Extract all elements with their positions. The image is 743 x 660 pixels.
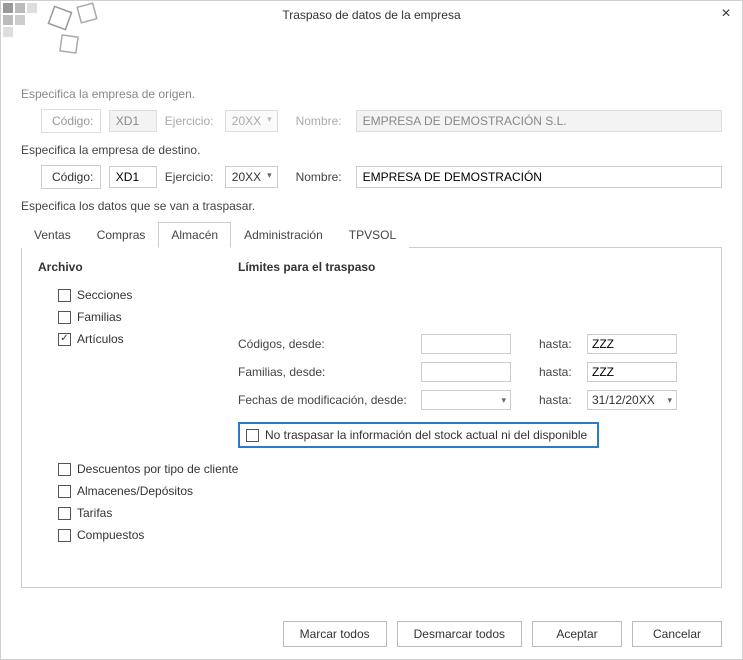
origin-row: Código: Ejercicio: 20XX Nombre: <box>41 109 722 133</box>
checkbox-label: Almacenes/Depósitos <box>77 484 193 498</box>
origin-ejercicio-label: Ejercicio: <box>165 114 217 128</box>
dest-ejercicio-label: Ejercicio: <box>165 170 217 184</box>
dest-nombre-input[interactable] <box>356 166 722 188</box>
footer-buttons: Marcar todos Desmarcar todos Aceptar Can… <box>283 621 722 647</box>
checkbox-secciones[interactable]: Secciones <box>58 288 238 302</box>
fechas-desde-input[interactable] <box>421 390 511 410</box>
checkbox-icon[interactable] <box>58 333 71 346</box>
origin-section-label: Especifica la empresa de origen. <box>21 87 722 101</box>
checkbox-label: Secciones <box>77 288 132 302</box>
tab-compras[interactable]: Compras <box>84 222 159 248</box>
archivo-header: Archivo <box>38 260 238 274</box>
familias-desde-input[interactable] <box>421 362 511 382</box>
fechas-hasta-input[interactable]: 31/12/20XX <box>587 390 677 410</box>
data-section-label: Especifica los datos que se van a traspa… <box>21 199 722 213</box>
familias-hasta-input[interactable] <box>587 362 677 382</box>
fechas-desde-label: Fechas de modificación, desde: <box>238 393 413 407</box>
checkbox-icon[interactable] <box>58 529 71 542</box>
tab-tpvsol[interactable]: TPVSOL <box>336 222 409 248</box>
dialog-content: Especifica la empresa de origen. Código:… <box>1 69 742 588</box>
aceptar-button[interactable]: Aceptar <box>532 621 622 647</box>
checkbox-label: Compuestos <box>77 528 144 542</box>
dest-section-label: Especifica la empresa de destino. <box>21 143 722 157</box>
checkbox-tarifas[interactable]: Tarifas <box>58 506 705 520</box>
app-logo <box>1 1 111 61</box>
checkbox-label: Tarifas <box>77 506 112 520</box>
marcar-todos-button[interactable]: Marcar todos <box>283 621 387 647</box>
checkbox-compuestos[interactable]: Compuestos <box>58 528 705 542</box>
checkbox-familias[interactable]: Familias <box>58 310 238 324</box>
origin-codigo-label: Código: <box>41 109 101 133</box>
close-icon[interactable]: × <box>718 7 734 23</box>
origin-nombre-label: Nombre: <box>296 114 348 128</box>
dest-ejercicio-select[interactable]: 20XX <box>225 166 278 188</box>
familias-desde-label: Familias, desde: <box>238 365 413 379</box>
tabs: Ventas Compras Almacén Administración TP… <box>21 221 722 248</box>
cancelar-button[interactable]: Cancelar <box>632 621 722 647</box>
no-traspasar-label: No traspasar la información del stock ac… <box>265 428 587 442</box>
checkbox-label: Familias <box>77 310 122 324</box>
checkbox-icon[interactable] <box>58 507 71 520</box>
dest-nombre-label: Nombre: <box>296 170 348 184</box>
origin-nombre-input <box>356 110 722 132</box>
checkbox-almacenes[interactable]: Almacenes/Depósitos <box>58 484 705 498</box>
tab-panel-almacen: Archivo Secciones Familias Artículos Lím… <box>21 248 722 588</box>
tab-almacen[interactable]: Almacén <box>158 222 231 248</box>
origin-codigo-input <box>109 110 157 132</box>
tab-administracion[interactable]: Administración <box>231 222 336 248</box>
checkbox-icon[interactable] <box>58 485 71 498</box>
window-title: Traspaso de datos de la empresa <box>282 8 460 22</box>
dest-row: Código: Ejercicio: 20XX Nombre: <box>41 165 722 189</box>
hasta-label: hasta: <box>539 393 579 407</box>
codigos-row: Códigos, desde: hasta: <box>238 334 705 354</box>
checkbox-icon[interactable] <box>58 311 71 324</box>
hasta-label: hasta: <box>539 337 579 351</box>
no-traspasar-highlight: No traspasar la información del stock ac… <box>238 422 599 448</box>
checkbox-icon[interactable] <box>58 463 71 476</box>
checkbox-articulos[interactable]: Artículos <box>58 332 238 346</box>
codigos-hasta-input[interactable] <box>587 334 677 354</box>
checkbox-icon[interactable] <box>58 289 71 302</box>
hasta-label: hasta: <box>539 365 579 379</box>
checkbox-label: Artículos <box>77 332 124 346</box>
origin-ejercicio-select: 20XX <box>225 110 278 132</box>
fechas-row: Fechas de modificación, desde: hasta: 31… <box>238 390 705 410</box>
titlebar: Traspaso de datos de la empresa × <box>1 1 742 29</box>
dest-codigo-label[interactable]: Código: <box>41 165 101 189</box>
checkbox-no-traspasar[interactable] <box>246 429 259 442</box>
limites-header: Límites para el traspaso <box>238 260 705 274</box>
checkbox-descuentos[interactable]: Descuentos por tipo de cliente <box>58 462 705 476</box>
dest-codigo-input[interactable] <box>109 166 157 188</box>
codigos-desde-input[interactable] <box>421 334 511 354</box>
checkbox-label: Descuentos por tipo de cliente <box>77 462 238 476</box>
desmarcar-todos-button[interactable]: Desmarcar todos <box>397 621 522 647</box>
codigos-desde-label: Códigos, desde: <box>238 337 413 351</box>
tab-ventas[interactable]: Ventas <box>21 222 84 248</box>
familias-row: Familias, desde: hasta: <box>238 362 705 382</box>
